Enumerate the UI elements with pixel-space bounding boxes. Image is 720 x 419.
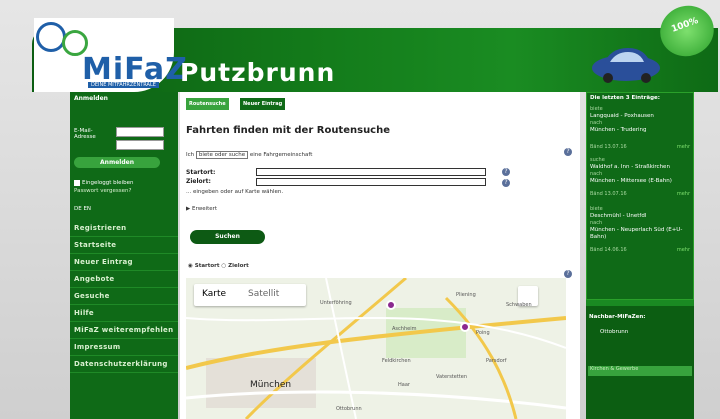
sidebar-item-new-entry[interactable]: Neuer Eintrag — [70, 254, 178, 271]
intro-prefix: Ich — [186, 152, 195, 158]
sidebar-item-imprint[interactable]: Impressum — [70, 339, 178, 356]
remember-label: Eingeloggt bleiben — [82, 180, 134, 186]
radio-icon[interactable]: ○ — [221, 263, 226, 269]
map-place-label: Vaterstetten — [436, 374, 467, 380]
neighbor-search-field[interactable]: Kirchen & Gewerbe — [588, 366, 692, 376]
tab-new-entry[interactable]: Neuer Eintrag — [240, 98, 286, 110]
mifaz-page: MiFaZ DEINE MITFAHRZENTRALE Putzbrunn 10… — [0, 0, 720, 419]
sidebar-item-offers[interactable]: Angebote — [70, 271, 178, 288]
left-sidebar: Anmelden E-Mail-Adresse Anmelden Eingelo… — [70, 92, 178, 419]
advanced-toggle[interactable]: ▶ Erweitert — [186, 206, 217, 212]
help-icon[interactable]: ? — [564, 270, 572, 278]
help-icon[interactable]: ? — [564, 148, 572, 156]
login-button[interactable]: Anmelden — [74, 157, 160, 168]
login-heading: Anmelden — [74, 95, 108, 102]
sidebar-item-privacy[interactable]: Datenschutzerklärung — [70, 356, 178, 373]
start-input[interactable] — [256, 168, 486, 176]
password-field[interactable] — [116, 140, 164, 150]
sidebar-item-home[interactable]: Startseite — [70, 237, 178, 254]
map-place-label: Feldkirchen — [382, 358, 411, 364]
neighbor-mifaz-panel: Nachbar-MiFaZen: Ottobrunn Kirchen & Gew… — [586, 306, 694, 419]
sidebar-item-recommend[interactable]: MiFaZ weiterempfehlen — [70, 322, 178, 339]
latest-heading: Die letzten 3 Einträge: — [590, 95, 660, 101]
more-link[interactable]: mehr — [677, 191, 690, 198]
entry-card[interactable]: biete Langquaid - Poxhausen nach München… — [587, 104, 693, 153]
start-label: Startort: — [186, 169, 216, 176]
language-flags[interactable]: DE EN — [74, 206, 91, 212]
logo-face-icon — [36, 22, 66, 52]
main-content: Routensuche Neuer Eintrag Fahrten finden… — [180, 92, 580, 419]
logo-subtitle: DEINE MITFAHRZENTRALE — [88, 82, 159, 88]
map-place-label: Schwaben — [506, 302, 532, 308]
offer-type-select[interactable]: biete oder suche — [195, 151, 249, 159]
search-button[interactable]: Suchen — [190, 230, 265, 244]
email-label: E-Mail-Adresse — [74, 128, 96, 140]
destination-input[interactable] — [256, 178, 486, 186]
email-field[interactable] — [116, 127, 164, 137]
map-place-label: Haar — [398, 382, 410, 388]
map-pin-icon[interactable] — [386, 300, 396, 310]
map-place-label: Poing — [476, 330, 490, 336]
sidebar-item-help[interactable]: Hilfe — [70, 305, 178, 322]
remember-checkbox[interactable] — [74, 180, 80, 186]
help-icon[interactable]: ? — [502, 168, 510, 176]
sidebar-item-register[interactable]: Registrieren — [70, 220, 178, 237]
neighbor-link[interactable]: Ottobrunn — [586, 327, 694, 338]
map-pin-icon[interactable] — [460, 322, 470, 332]
radio-start-label: Startort — [194, 263, 220, 269]
route-map[interactable]: Karte Satellit München Unterföhring Asch… — [186, 278, 566, 419]
map-place-label: Ottobrunn — [336, 406, 362, 412]
entry-card[interactable]: suche Waldhof a. Inn - Straßkirchen nach… — [587, 153, 693, 202]
map-place-label: Aschheim — [392, 326, 417, 332]
tab-satellite[interactable]: Satellit — [248, 289, 279, 299]
section-title: Fahrten finden mit der Routensuche — [186, 125, 391, 136]
radio-icon[interactable]: ◉ — [188, 263, 193, 269]
map-type-control: Karte Satellit — [194, 284, 306, 306]
map-city-label: München — [250, 380, 292, 390]
help-icon[interactable]: ? — [502, 179, 510, 187]
page-title: Putzbrunn — [180, 58, 336, 87]
input-hint: ... eingeben oder auf Karte wählen. — [186, 189, 284, 195]
neighbor-heading: Nachbar-MiFaZen: — [589, 314, 646, 320]
car-icon — [592, 48, 660, 83]
more-link[interactable]: mehr — [677, 144, 690, 151]
tab-route-search[interactable]: Routensuche — [186, 98, 229, 110]
destination-label: Zielort: — [186, 178, 211, 185]
entry-card[interactable]: biete Deschmühl - Unetfdl nach München -… — [587, 202, 693, 258]
map-place-label: Parsdorf — [486, 358, 507, 364]
forgot-password-link[interactable]: Passwort vergessen? — [74, 188, 131, 194]
map-place-label: Unterföhring — [320, 300, 352, 306]
latest-entries-panel: Die letzten 3 Einträge: biete Langquaid … — [586, 92, 694, 300]
map-place-label: Pliening — [456, 292, 476, 298]
radio-destination-label: Zielort — [228, 263, 249, 269]
intro-suffix: eine Fahrgemeinschaft — [249, 152, 313, 158]
tab-map[interactable]: Karte — [202, 289, 226, 299]
sidebar-item-requests[interactable]: Gesuche — [70, 288, 178, 305]
more-link[interactable]: mehr — [677, 247, 690, 254]
right-sidebar: Die letzten 3 Einträge: biete Langquaid … — [586, 92, 694, 419]
